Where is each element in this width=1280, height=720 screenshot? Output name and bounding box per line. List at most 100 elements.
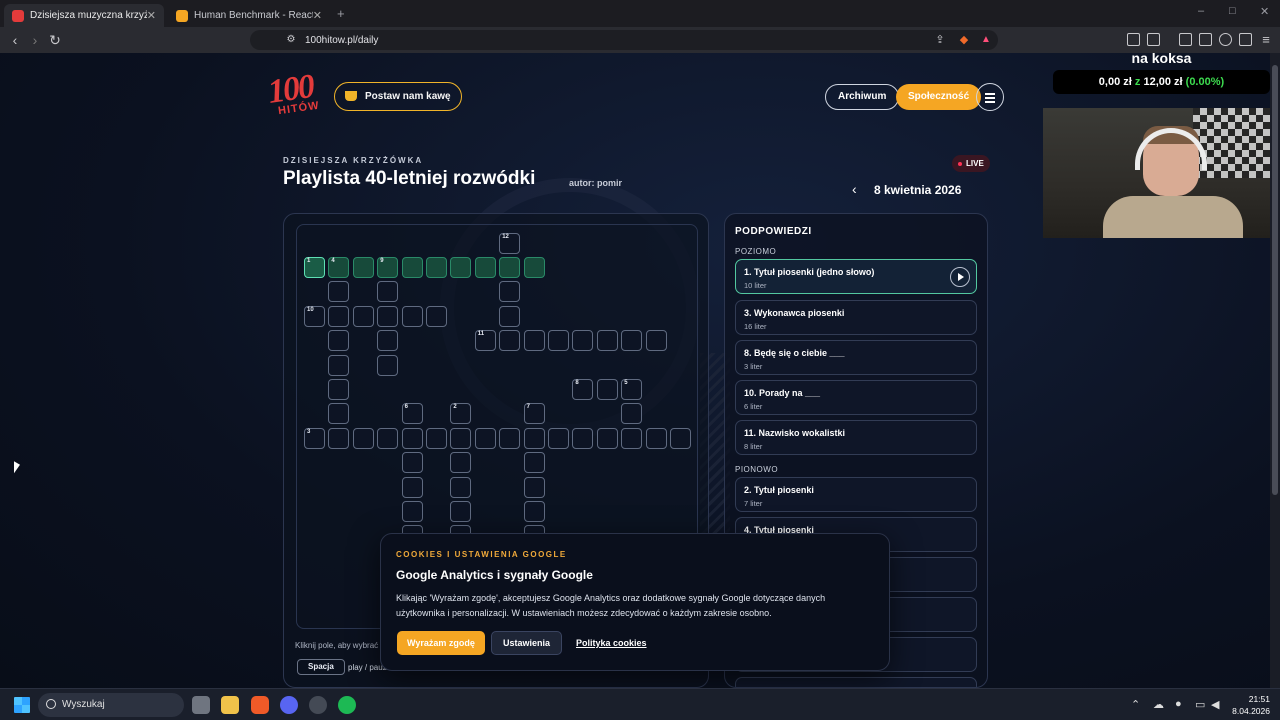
vpn-icon[interactable] bbox=[1239, 33, 1252, 46]
clue-across-8[interactable]: 8. Będę się o ciebie ___ 3 liter bbox=[735, 340, 977, 375]
crossword-cell[interactable] bbox=[523, 427, 545, 449]
taskbar-search[interactable]: Wyszukaj bbox=[38, 693, 184, 717]
back-icon[interactable]: ‹ bbox=[7, 32, 23, 48]
crossword-cell[interactable]: 10 bbox=[304, 305, 325, 327]
crossword-cell[interactable]: 4 bbox=[328, 257, 350, 278]
menu-icon[interactable]: ≡ bbox=[1258, 32, 1274, 48]
crossword-cell[interactable] bbox=[401, 257, 423, 278]
crossword-cell[interactable] bbox=[450, 476, 472, 498]
tab-manager-icon[interactable] bbox=[1147, 33, 1160, 46]
crossword-cell[interactable] bbox=[596, 379, 618, 400]
crossword-cell[interactable] bbox=[523, 257, 545, 278]
crossword-cell[interactable] bbox=[621, 403, 643, 425]
new-tab-button[interactable]: + bbox=[337, 6, 345, 21]
crossword-cell[interactable] bbox=[426, 305, 447, 327]
crossword-cell[interactable] bbox=[377, 281, 399, 303]
crossword-cell[interactable] bbox=[499, 305, 521, 327]
crossword-cell[interactable] bbox=[426, 257, 447, 278]
cookie-policy-link[interactable]: Polityka cookies bbox=[576, 638, 647, 648]
crossword-cell[interactable] bbox=[572, 330, 594, 352]
crossword-cell[interactable] bbox=[523, 476, 545, 498]
archive-button[interactable]: Archiwum bbox=[825, 84, 900, 110]
brave-browser-icon[interactable] bbox=[251, 696, 269, 714]
crossword-cell[interactable]: 11 bbox=[474, 330, 496, 352]
crossword-cell[interactable] bbox=[645, 427, 667, 449]
page-scrollbar[interactable] bbox=[1270, 53, 1280, 688]
windows-start-icon[interactable] bbox=[14, 697, 30, 713]
crossword-cell[interactable]: 1 bbox=[304, 257, 325, 278]
sidebar-icon[interactable] bbox=[1179, 33, 1192, 46]
crossword-cell[interactable] bbox=[450, 501, 472, 522]
microphone-icon[interactable]: ● bbox=[1175, 698, 1182, 710]
maximize-button[interactable]: □ bbox=[1229, 5, 1236, 17]
network-icon[interactable]: ▭ bbox=[1195, 698, 1205, 711]
crossword-cell[interactable] bbox=[523, 501, 545, 522]
forward-icon[interactable]: › bbox=[27, 32, 43, 48]
discord-icon[interactable] bbox=[280, 696, 298, 714]
file-explorer-icon[interactable] bbox=[221, 696, 239, 714]
previous-day-icon[interactable]: ‹ bbox=[852, 181, 857, 197]
close-window-button[interactable]: ✕ bbox=[1260, 5, 1269, 18]
crossword-cell[interactable]: 3 bbox=[304, 427, 325, 449]
volume-icon[interactable]: ◀ bbox=[1211, 698, 1219, 711]
brave-rewards-icon[interactable]: ▲ bbox=[978, 32, 994, 48]
crossword-cell[interactable] bbox=[328, 379, 350, 400]
crossword-cell[interactable] bbox=[596, 427, 618, 449]
crossword-cell[interactable] bbox=[352, 427, 374, 449]
crossword-cell[interactable] bbox=[328, 281, 350, 303]
crossword-cell[interactable] bbox=[401, 452, 423, 474]
crossword-cell[interactable] bbox=[596, 330, 618, 352]
crossword-cell[interactable] bbox=[548, 330, 569, 352]
site-info-icon[interactable]: ⚙ bbox=[283, 32, 299, 48]
crossword-cell[interactable] bbox=[401, 427, 423, 449]
crossword-cell[interactable] bbox=[328, 403, 350, 425]
obs-icon[interactable] bbox=[309, 696, 327, 714]
crossword-cell[interactable]: 2 bbox=[450, 403, 472, 425]
reload-icon[interactable]: ↻ bbox=[47, 32, 63, 48]
site-logo[interactable]: 100 HITÓW bbox=[266, 68, 326, 124]
task-view-icon[interactable] bbox=[192, 696, 210, 714]
crossword-cell[interactable] bbox=[450, 427, 472, 449]
clue-across-11[interactable]: 11. Nazwisko wokalistki 8 liter bbox=[735, 420, 977, 455]
crossword-cell[interactable] bbox=[621, 427, 643, 449]
clue-down-placeholder[interactable] bbox=[735, 677, 977, 687]
buy-coffee-button[interactable]: Postaw nam kawę bbox=[334, 82, 462, 111]
crossword-cell[interactable] bbox=[499, 330, 521, 352]
crossword-cell[interactable] bbox=[377, 427, 399, 449]
tab-human-benchmark[interactable]: Human Benchmark - Reaction Time T ✕ bbox=[168, 4, 330, 27]
crossword-cell[interactable] bbox=[548, 427, 569, 449]
extensions-icon[interactable] bbox=[1127, 33, 1140, 46]
crossword-cell[interactable] bbox=[401, 501, 423, 522]
crossword-cell[interactable] bbox=[572, 427, 594, 449]
crossword-cell[interactable] bbox=[328, 427, 350, 449]
crossword-cell[interactable] bbox=[645, 330, 667, 352]
crossword-cell[interactable] bbox=[328, 330, 350, 352]
spotify-icon[interactable] bbox=[338, 696, 356, 714]
crossword-cell[interactable] bbox=[401, 305, 423, 327]
crossword-cell[interactable] bbox=[377, 330, 399, 352]
share-icon[interactable]: ⇪ bbox=[932, 32, 948, 48]
crossword-cell[interactable] bbox=[377, 354, 399, 376]
crossword-cell[interactable] bbox=[401, 476, 423, 498]
play-icon[interactable] bbox=[950, 267, 970, 287]
crossword-cell[interactable]: 12 bbox=[499, 232, 521, 254]
crossword-cell[interactable] bbox=[499, 281, 521, 303]
cookie-agree-button[interactable]: Wyrażam zgodę bbox=[397, 631, 485, 655]
leo-ai-icon[interactable] bbox=[1219, 33, 1232, 46]
tab-close-icon[interactable]: ✕ bbox=[313, 9, 322, 22]
clue-across-10[interactable]: 10. Porady na ___ 6 liter bbox=[735, 380, 977, 415]
brave-shields-icon[interactable]: ◆ bbox=[956, 32, 972, 48]
tab-crossword[interactable]: Dzisiejsza muzyczna krzyżówka | ✕ bbox=[4, 4, 164, 27]
url-field[interactable]: ⚙ 100hitow.pl/daily ⇪ ◆ ▲ bbox=[250, 30, 998, 50]
crossword-cell[interactable]: 7 bbox=[523, 403, 545, 425]
crossword-cell[interactable]: 9 bbox=[377, 257, 399, 278]
crossword-cell[interactable] bbox=[499, 427, 521, 449]
wallet-icon[interactable] bbox=[1199, 33, 1212, 46]
taskbar-clock[interactable]: 21:51 8.04.2026 bbox=[1226, 693, 1270, 717]
crossword-cell[interactable] bbox=[499, 257, 521, 278]
crossword-cell[interactable]: 8 bbox=[572, 379, 594, 400]
crossword-cell[interactable] bbox=[523, 330, 545, 352]
cookie-settings-button[interactable]: Ustawienia bbox=[491, 631, 563, 655]
crossword-cell[interactable]: 5 bbox=[621, 379, 643, 400]
crossword-cell[interactable] bbox=[328, 354, 350, 376]
